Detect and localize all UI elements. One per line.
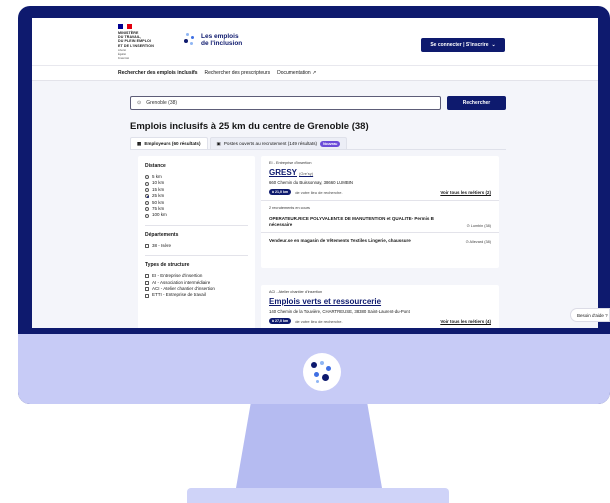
- filters-panel: Distance 5 km 10 km 15 km 25 km 50 km 75…: [138, 156, 255, 328]
- job-location: ⊙ Allevard (38): [465, 239, 491, 244]
- employer-card: EI - Entreprise d'insertion GRESY (Gre'sy…: [261, 156, 499, 268]
- tab-employers[interactable]: ▦ Employeurs (60 résultats): [130, 137, 208, 149]
- see-all-jobs-link[interactable]: Voir tous les métiers (2): [440, 190, 491, 195]
- location-pin-icon: ⊙: [137, 100, 142, 106]
- distance-row: à 21,0 km de votre lieu de recherche. Vo…: [269, 189, 491, 195]
- nav-item-search-jobs[interactable]: Rechercher des emplois inclusifs: [118, 70, 197, 76]
- desktop-mockup: MINISTÈRE DU TRAVAIL, DU PLEIN EMPLOI ET…: [0, 0, 610, 503]
- brand-logo-icon: [303, 353, 341, 391]
- dots-icon: [182, 32, 198, 48]
- employer-address: 140 Chemin de la Touvière, CHARTREUSE, 3…: [269, 309, 410, 314]
- tab-positions[interactable]: ▣ Postes ouverts au recrutement (149 rés…: [209, 137, 348, 149]
- radio-icon: [145, 213, 149, 218]
- employer-name[interactable]: Emplois verts et ressourcerie: [269, 297, 491, 306]
- employer-name[interactable]: GRESY (Gre'sy): [269, 168, 491, 177]
- checkbox-icon: [145, 287, 149, 292]
- results-tabs: ▦ Employeurs (60 résultats) ▣ Postes ouv…: [130, 137, 348, 149]
- nav-item-documentation[interactable]: Documentation ↗: [277, 70, 316, 76]
- radio-icon: [145, 188, 149, 193]
- distance-row: à 27,0 km de votre lieu de recherche. Vo…: [269, 318, 491, 324]
- motto-line: Fraternité: [118, 56, 130, 60]
- department-option[interactable]: 38 - Isère: [145, 243, 248, 249]
- employer-name-hint: (Gre'sy): [299, 171, 314, 176]
- see-all-jobs-link[interactable]: Voir tous les métiers (4): [440, 319, 491, 324]
- distance-option[interactable]: 100 km: [145, 212, 248, 218]
- filter-divider: [145, 255, 248, 257]
- job-item[interactable]: Vendeur.se en magasin de Vêtements Texti…: [269, 238, 491, 244]
- brand-line: de l'inclusion: [201, 40, 243, 47]
- job-item[interactable]: OPERATEUR.RICE POLYVALENT.E DE MANUTENTI…: [269, 216, 491, 228]
- login-button[interactable]: Se connecter | S'inscrire ⌄: [421, 38, 505, 52]
- radio-icon: [145, 181, 149, 186]
- department-label: 38 - Isère: [152, 242, 172, 248]
- login-label: Se connecter | S'inscrire: [430, 42, 489, 48]
- checkbox-icon: [145, 274, 149, 279]
- radio-checked-icon: [145, 194, 149, 199]
- structure-type: EI - Entreprise d'insertion: [269, 161, 312, 165]
- filter-divider: [145, 224, 248, 226]
- structure-option[interactable]: ETTI - Entreprise de travail: [145, 292, 248, 298]
- brand-logo[interactable]: Les emplois de l'inclusion: [182, 32, 242, 48]
- monitor-stand: [236, 404, 382, 488]
- checkbox-icon: [145, 293, 149, 298]
- employer-card: ACI - Atelier chantier d'insertion Emplo…: [261, 285, 499, 328]
- search-value: Grenoble (38): [146, 100, 178, 106]
- site-header: MINISTÈRE DU TRAVAIL, DU PLEIN EMPLOI ET…: [32, 18, 598, 66]
- job-location-text: Lumbin (38): [470, 224, 491, 228]
- filter-title-distance: Distance: [145, 163, 166, 169]
- structure-label: ETTI - Entreprise de travail: [152, 292, 206, 298]
- building-icon: ▦: [137, 140, 142, 146]
- flag-icon: [118, 24, 133, 29]
- distance-suffix: de votre lieu de recherche.: [295, 318, 343, 324]
- job-title: Vendeur.se en magasin de Vêtements Texti…: [269, 238, 411, 243]
- briefcase-icon: ▣: [216, 140, 221, 146]
- tab-label: Postes ouverts au recrutement (149 résul…: [223, 141, 318, 146]
- job-title: OPERATEUR.RICE POLYVALENT.E DE MANUTENTI…: [269, 216, 434, 227]
- motto-line: Égalité: [118, 52, 126, 56]
- structure-type: ACI - Atelier chantier d'insertion: [269, 290, 323, 294]
- tab-label: Employeurs (60 résultats): [144, 141, 201, 146]
- monitor-base: [187, 488, 449, 503]
- nav-item-prescribers[interactable]: Rechercher des prescripteurs: [204, 70, 270, 76]
- location-search-input[interactable]: ⊙ Grenoble (38): [130, 96, 441, 110]
- search-button[interactable]: Rechercher: [447, 96, 506, 110]
- brand-line: Les emplois: [201, 33, 239, 40]
- tab-divider: [130, 149, 506, 150]
- radio-icon: [145, 200, 149, 205]
- distance-label: 100 km: [152, 212, 167, 218]
- employer-name-text: GRESY: [269, 168, 298, 177]
- radio-icon: [145, 207, 149, 212]
- chevron-down-icon: ⌄: [491, 42, 496, 48]
- filter-title-departments: Départements: [145, 231, 179, 238]
- recruit-count: 2 recrutements en cours: [269, 206, 310, 210]
- filter-title-structures: Types de structure: [145, 262, 190, 269]
- card-divider: [261, 200, 499, 201]
- checkbox-icon: [145, 280, 149, 285]
- distance-badge: à 21,0 km: [269, 189, 292, 195]
- motto-line: Liberté: [118, 48, 126, 52]
- ministry-logo[interactable]: MINISTÈRE DU TRAVAIL, DU PLEIN EMPLOI ET…: [118, 24, 166, 60]
- help-button[interactable]: Besoin d'aide ?: [570, 308, 610, 322]
- page-title: Emplois inclusifs à 25 km du centre de G…: [130, 121, 369, 132]
- job-location: ⊙ Lumbin (38): [466, 223, 491, 228]
- distance-badge: à 27,0 km: [269, 318, 292, 324]
- radio-icon: [145, 175, 149, 180]
- ministry-line: ET DE L'INSERTION: [118, 43, 154, 48]
- distance-suffix: de votre lieu de recherche.: [295, 189, 343, 195]
- job-location-text: Allevard (38): [469, 240, 491, 244]
- checkbox-icon: [145, 244, 149, 249]
- new-badge: Nouveau: [320, 140, 341, 147]
- browser-screen: MINISTÈRE DU TRAVAIL, DU PLEIN EMPLOI ET…: [32, 18, 598, 328]
- main-nav: Rechercher des emplois inclusifs Recherc…: [118, 70, 316, 76]
- card-divider: [261, 232, 499, 233]
- employer-address: 660 Chemin du Buissonnay, 38660 LUMBIN: [269, 180, 353, 185]
